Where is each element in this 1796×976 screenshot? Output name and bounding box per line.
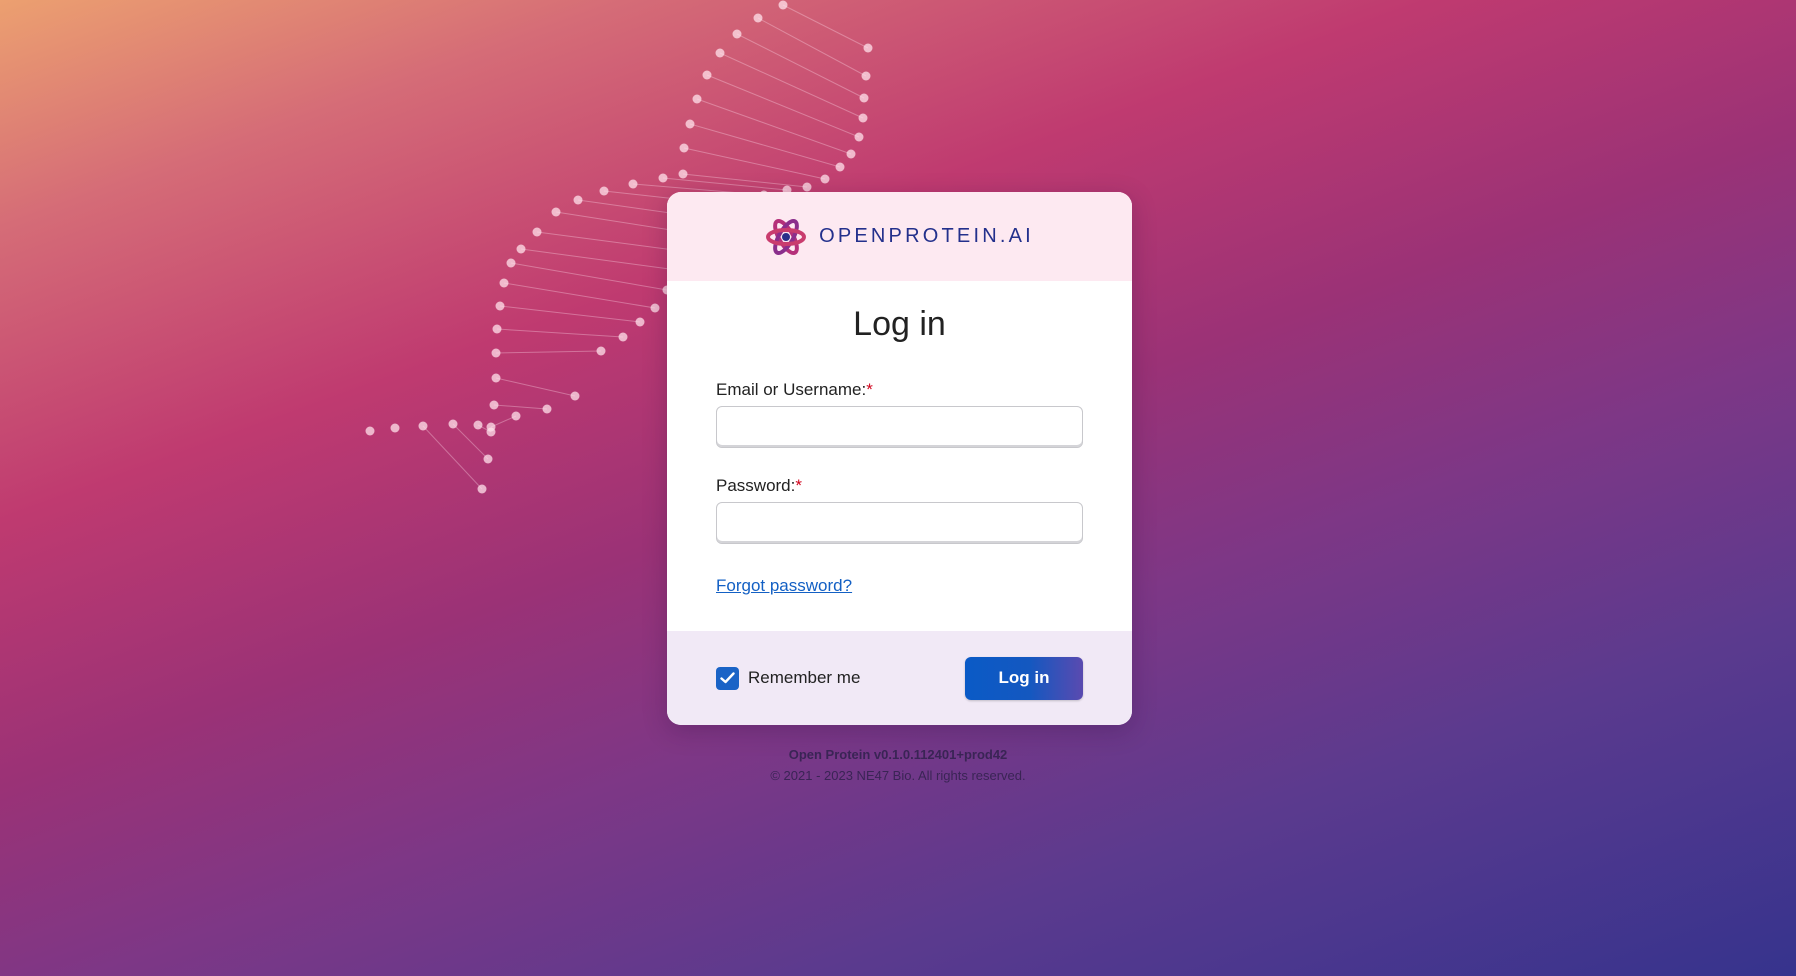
helix-dot [658, 173, 668, 183]
helix-dot [596, 346, 606, 356]
helix-dot [820, 174, 830, 184]
helix-dot [542, 404, 552, 414]
helix-rung [520, 248, 678, 271]
checkmark-icon [720, 672, 735, 684]
helix-rung [490, 415, 517, 428]
copyright-text: © 2021 - 2023 NE47 Bio. All rights reser… [770, 768, 1026, 783]
page-footer: Open Protein v0.1.0.112401+prod42 © 2021… [0, 744, 1796, 786]
helix-dot [679, 143, 689, 153]
helix-dot [573, 195, 583, 205]
helix-dot [802, 182, 812, 192]
helix-dot [858, 113, 868, 123]
helix-dot [650, 303, 660, 313]
helix-dot [678, 169, 688, 179]
protein-molecule-logo-icon [766, 218, 807, 255]
helix-dot [477, 484, 487, 494]
version-text: Open Protein v0.1.0.112401+prod42 [788, 747, 1008, 762]
email-label-text: Email or Username: [716, 380, 867, 399]
helix-dot [715, 48, 725, 58]
helix-rung [706, 74, 860, 138]
helix-dot [835, 162, 845, 172]
helix-dot [863, 43, 873, 53]
login-card: OPENPROTEIN.AI Log in Email or Username:… [667, 192, 1132, 725]
helix-dot [532, 227, 542, 237]
helix-dot [861, 71, 871, 81]
forgot-password-link[interactable]: Forgot password? [716, 576, 852, 596]
required-marker: * [866, 380, 873, 399]
helix-dot [491, 373, 501, 383]
login-form: Log in Email or Username:* Password:* Fo… [667, 281, 1132, 631]
helix-dot [732, 29, 742, 39]
helix-dot [491, 348, 501, 358]
helix-rung [757, 17, 867, 77]
helix-dot [516, 244, 526, 254]
required-marker: * [795, 476, 802, 495]
remember-me-label: Remember me [748, 668, 861, 687]
helix-dot [492, 324, 502, 334]
helix-rung [477, 424, 492, 433]
helix-dot [390, 423, 400, 433]
helix-rung [493, 404, 548, 410]
helix-dot [511, 411, 521, 421]
remember-me-checkbox[interactable] [716, 666, 739, 690]
helix-dot [635, 317, 645, 327]
helix-rung [662, 177, 788, 191]
helix-dot [692, 94, 702, 104]
remember-me-toggle[interactable]: Remember me [716, 666, 861, 690]
helix-dot [599, 186, 609, 196]
helix-rung [510, 262, 668, 291]
helix-dot [486, 427, 496, 437]
helix-rung [495, 377, 576, 397]
helix-dot [365, 426, 375, 436]
helix-rung [422, 425, 483, 490]
helix-dot [486, 422, 496, 432]
helix-rung [736, 33, 865, 99]
email-label: Email or Username:* [716, 380, 1083, 400]
helix-rung [782, 4, 869, 49]
helix-dot [418, 421, 428, 431]
helix-rung [452, 423, 489, 460]
helix-dot [499, 278, 509, 288]
password-label-text: Password: [716, 476, 796, 495]
helix-dot [846, 149, 856, 159]
helix-rung [496, 328, 624, 338]
login-button[interactable]: Log in [965, 656, 1083, 700]
page-title: Log in [853, 305, 946, 343]
helix-dot [859, 93, 869, 103]
helix-dot [628, 179, 638, 189]
helix-dot [495, 301, 505, 311]
helix-rung [499, 305, 641, 323]
helix-dot [778, 0, 788, 10]
helix-rung [503, 282, 656, 309]
helix-dot [618, 332, 628, 342]
helix-dot [489, 400, 499, 410]
helix-dot [551, 207, 561, 217]
card-footer: Remember me Log in [667, 631, 1132, 725]
helix-rung [683, 147, 826, 180]
helix-dot [702, 70, 712, 80]
helix-rung [719, 52, 864, 119]
helix-dot [685, 119, 695, 129]
helix-rung [696, 98, 852, 155]
card-header: OPENPROTEIN.AI [667, 192, 1132, 281]
helix-dot [448, 419, 458, 429]
helix-dot [473, 420, 483, 430]
helix-dot [506, 258, 516, 268]
helix-dot [570, 391, 580, 401]
password-field[interactable] [716, 502, 1083, 544]
helix-dot [483, 454, 493, 464]
helix-dot [753, 13, 763, 23]
password-label: Password:* [716, 476, 1083, 496]
brand-name: OPENPROTEIN.AI [819, 225, 1034, 247]
helix-rung [689, 123, 841, 168]
email-field[interactable] [716, 406, 1083, 448]
helix-rung [682, 173, 808, 188]
helix-rung [495, 350, 602, 354]
helix-dot [854, 132, 864, 142]
